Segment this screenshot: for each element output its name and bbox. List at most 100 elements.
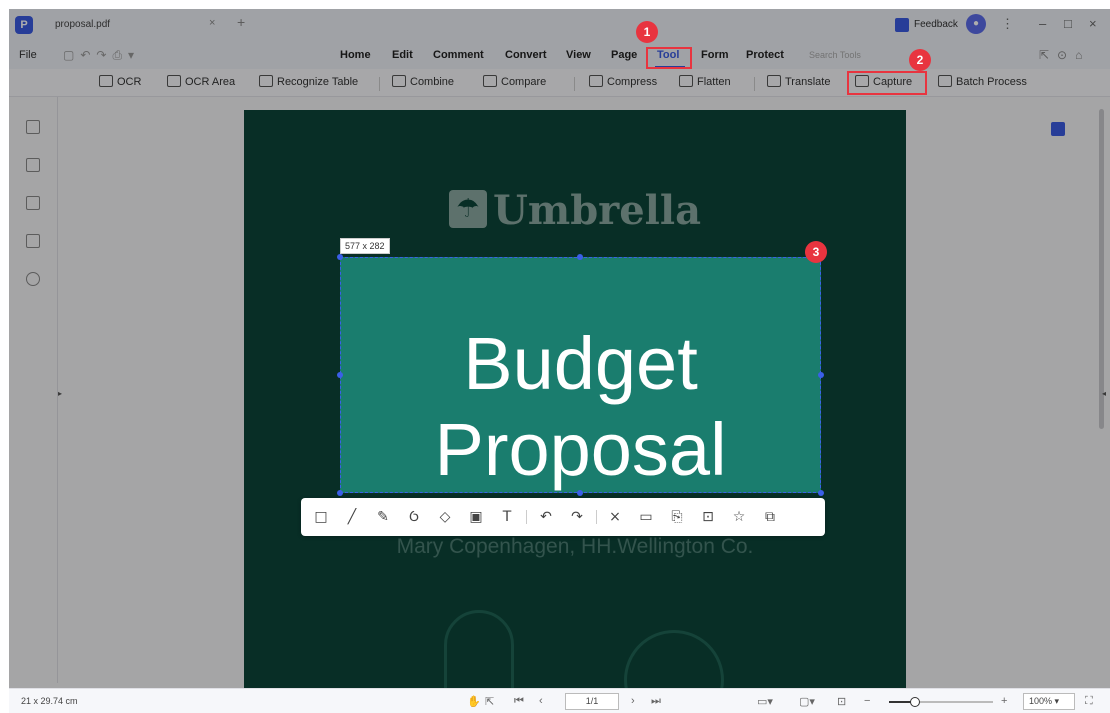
- page-size-label: 21 x 29.74 cm: [21, 696, 78, 706]
- avatar[interactable]: ●: [966, 14, 986, 34]
- marker-3: 3: [805, 241, 827, 263]
- export-icon[interactable]: ⊡: [698, 507, 718, 527]
- next-page-icon[interactable]: ›: [631, 695, 635, 707]
- search-tools-input[interactable]: Search Tools: [809, 50, 861, 60]
- fit-width-icon[interactable]: ⊡: [837, 695, 846, 708]
- toolbar-right-icons[interactable]: ⇱⊙⌂: [1039, 48, 1090, 62]
- menu-view[interactable]: View: [566, 49, 591, 61]
- capture-size-label: 577 x 282: [340, 238, 390, 254]
- status-bar: 21 x 29.74 cm ✋ ⇱ ⏮ ‹ 1/1 › ⏭ ▭▾ ▢▾ ⊡ − …: [9, 688, 1110, 713]
- ocr-button[interactable]: OCR: [99, 75, 141, 88]
- translate-icon: [767, 75, 781, 87]
- comment-icon[interactable]: [26, 196, 40, 210]
- resize-handle[interactable]: [577, 254, 583, 260]
- highlighter-icon[interactable]: Ỽ: [404, 507, 424, 527]
- menu-page[interactable]: Page: [611, 49, 637, 61]
- page-number-input[interactable]: 1/1: [565, 693, 619, 710]
- thumbnails-icon[interactable]: [26, 120, 40, 134]
- divider: [574, 77, 575, 91]
- rectangle-icon[interactable]: □: [311, 507, 331, 527]
- page-thumbnail-icon[interactable]: [1051, 122, 1065, 136]
- resize-handle[interactable]: [577, 490, 583, 496]
- search-icon[interactable]: [26, 272, 40, 286]
- select-tool-icon[interactable]: ⇱: [485, 695, 494, 708]
- zoom-slider[interactable]: [889, 697, 993, 707]
- compare-button[interactable]: Compare: [483, 75, 546, 88]
- mosaic-icon[interactable]: ▣: [466, 507, 486, 527]
- divider: [526, 510, 527, 524]
- zoom-slider-knob[interactable]: [910, 697, 920, 707]
- eraser-icon[interactable]: ◇: [435, 507, 455, 527]
- expand-sidebar-icon[interactable]: ▸: [58, 389, 62, 398]
- brand-logo: Umbrella: [244, 187, 906, 234]
- page-layout-icon[interactable]: ▭▾: [757, 695, 773, 708]
- menu-home[interactable]: Home: [340, 49, 371, 61]
- person-illustration: [624, 630, 724, 690]
- tool-ribbon: OCR OCR Area Recognize Table Combine Com…: [9, 69, 1110, 97]
- table-icon: [259, 75, 273, 87]
- fit-page-icon[interactable]: ▢▾: [799, 695, 815, 708]
- menu-convert[interactable]: Convert: [505, 49, 547, 61]
- compress-button[interactable]: Compress: [589, 75, 657, 88]
- menu-protect[interactable]: Protect: [746, 49, 784, 61]
- resize-handle[interactable]: [337, 490, 343, 496]
- flatten-icon: [679, 75, 693, 87]
- pin-icon[interactable]: ☆: [729, 507, 749, 527]
- first-page-icon[interactable]: ⏮: [514, 695, 524, 708]
- zoom-level-select[interactable]: 100% ▾: [1023, 693, 1075, 710]
- quick-access-icons[interactable]: ▢↶↷⎙▾: [63, 48, 140, 63]
- feedback-icon[interactable]: [895, 18, 909, 32]
- copy-text-icon[interactable]: ⎘: [667, 507, 687, 527]
- marker-2: 2: [909, 49, 931, 71]
- undo-icon[interactable]: ↶: [536, 507, 556, 527]
- batch-icon: [938, 75, 952, 87]
- batch-process-button[interactable]: Batch Process: [938, 75, 1027, 88]
- close-icon[interactable]: ×: [605, 507, 625, 527]
- more-icon[interactable]: ⋮: [1001, 16, 1014, 32]
- ocr-area-icon: [167, 75, 181, 87]
- line-icon[interactable]: ╱: [342, 507, 362, 527]
- resize-handle[interactable]: [337, 372, 343, 378]
- resize-handle[interactable]: [818, 372, 824, 378]
- save-icon[interactable]: ▭: [636, 507, 656, 527]
- pencil-icon[interactable]: ✎: [373, 507, 393, 527]
- left-sidebar: [9, 97, 58, 683]
- prev-page-icon[interactable]: ‹: [539, 695, 543, 707]
- scrollbar[interactable]: [1099, 109, 1104, 429]
- text-icon[interactable]: T: [497, 507, 517, 527]
- zoom-out-icon[interactable]: −: [864, 695, 870, 707]
- app-logo: P: [15, 16, 33, 34]
- close-window-icon[interactable]: ×: [1089, 16, 1097, 31]
- menu-comment[interactable]: Comment: [433, 49, 484, 61]
- divider: [596, 510, 597, 524]
- flatten-button[interactable]: Flatten: [679, 75, 731, 88]
- capture-selection[interactable]: Budget Proposal: [340, 257, 821, 493]
- redo-icon[interactable]: ↷: [567, 507, 587, 527]
- ocr-area-button[interactable]: OCR Area: [167, 75, 235, 88]
- marker-1: 1: [636, 21, 658, 43]
- menu-form[interactable]: Form: [701, 49, 729, 61]
- combine-button[interactable]: Combine: [392, 75, 454, 88]
- resize-handle[interactable]: [337, 254, 343, 260]
- menu-edit[interactable]: Edit: [392, 49, 413, 61]
- copy-icon[interactable]: ⧉: [760, 507, 780, 527]
- tab-filename[interactable]: proposal.pdf: [55, 19, 110, 30]
- attachment-icon[interactable]: [26, 234, 40, 248]
- maximize-icon[interactable]: □: [1064, 16, 1072, 31]
- expand-right-panel-icon[interactable]: ◂: [1102, 389, 1106, 398]
- translate-button[interactable]: Translate: [767, 75, 830, 88]
- last-page-icon[interactable]: ⏭: [651, 695, 661, 708]
- feedback-button[interactable]: Feedback: [914, 19, 958, 30]
- recognize-table-button[interactable]: Recognize Table: [259, 75, 358, 88]
- zoom-in-icon[interactable]: +: [1001, 695, 1007, 707]
- tab-close-icon[interactable]: ×: [209, 17, 215, 29]
- menu-file[interactable]: File: [19, 49, 37, 61]
- divider: [754, 77, 755, 91]
- hand-tool-icon[interactable]: ✋: [467, 695, 481, 708]
- new-tab-icon[interactable]: +: [237, 14, 245, 30]
- document-title-line1: Budget: [463, 322, 698, 405]
- bookmark-icon[interactable]: [26, 158, 40, 172]
- minimize-icon[interactable]: –: [1039, 16, 1046, 31]
- resize-handle[interactable]: [818, 490, 824, 496]
- fullscreen-icon[interactable]: ⛶: [1085, 695, 1093, 708]
